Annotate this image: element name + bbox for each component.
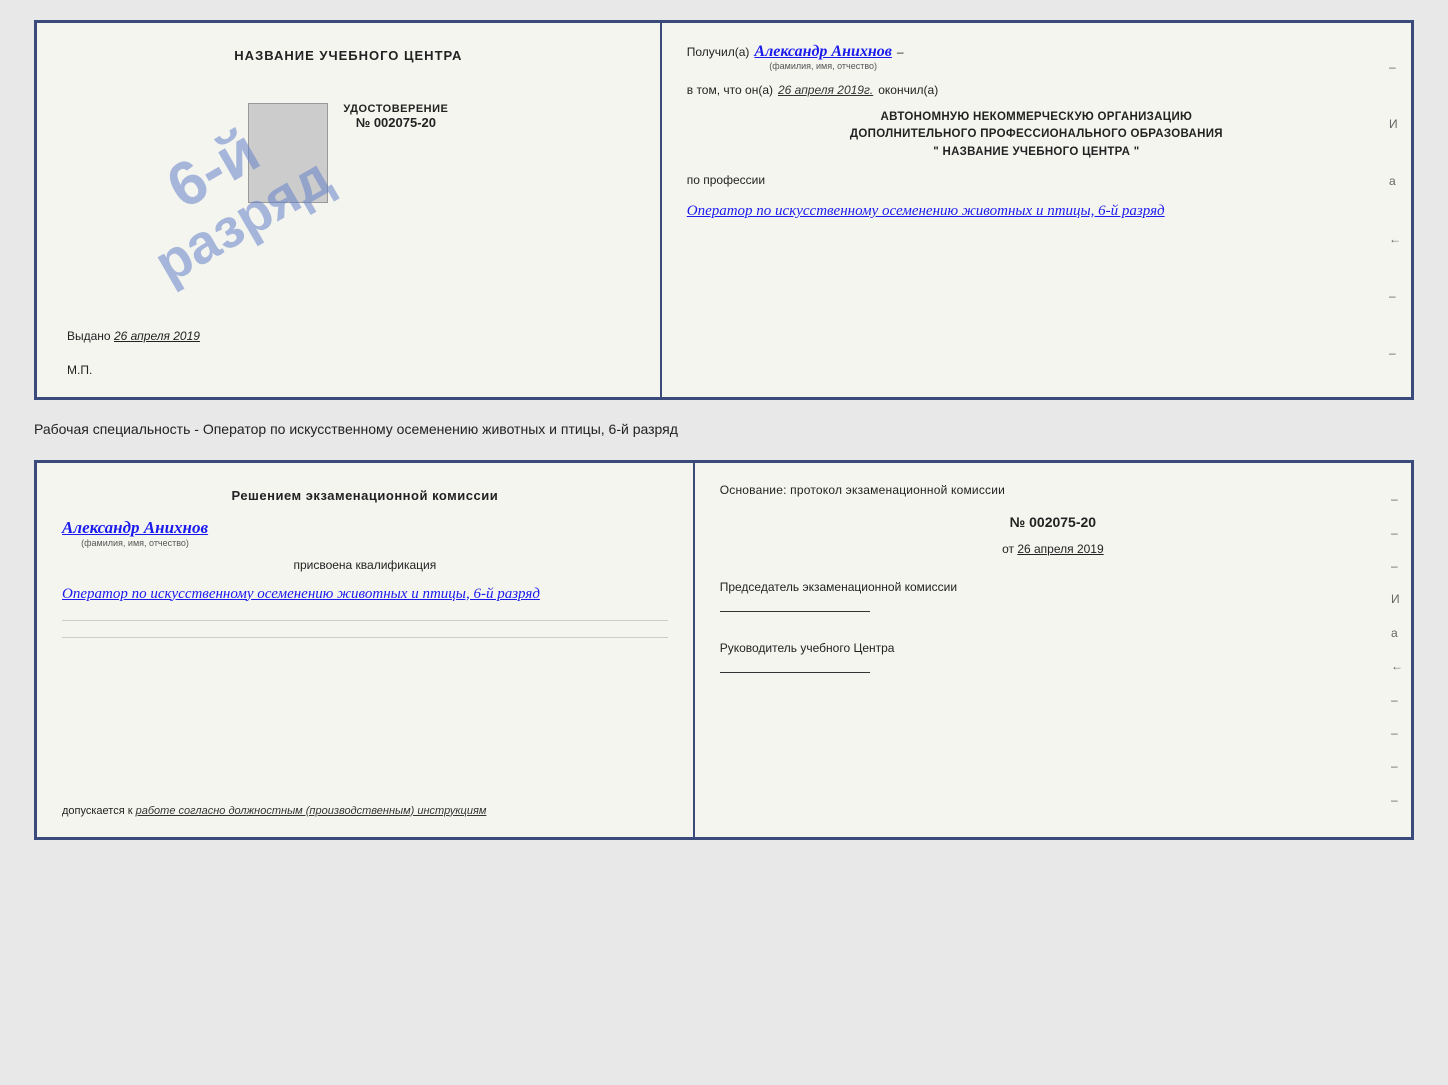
photo-placeholder	[248, 103, 328, 203]
bdash-r6: ←	[1391, 659, 1403, 673]
name-container-bottom: Александр Анихнов (фамилия, имя, отчеств…	[62, 518, 208, 548]
bdash-r7: –	[1391, 693, 1403, 707]
poluchil-name: Александр Анихнов	[754, 43, 891, 61]
vydano-block: Выдано 26 апреля 2019	[57, 329, 200, 343]
rukovoditel-block: Руководитель учебного Центра	[720, 639, 1386, 678]
dash-r3: а	[1389, 174, 1401, 188]
vydano-label: Выдано	[67, 329, 111, 343]
fio-subtitle-top: (фамилия, имя, отчество)	[769, 61, 877, 71]
org-block: АВТОНОМНУЮ НЕКОММЕРЧЕСКУЮ ОРГАНИЗАЦИЮ ДО…	[687, 109, 1386, 161]
prisvoena-label: присвоена квалификация	[62, 558, 668, 572]
bottom-left-panel: Решением экзаменационной комиссии Алекса…	[37, 463, 695, 837]
name-large-bottom: Александр Анихнов	[62, 518, 208, 538]
caption-text: Рабочая специальность - Оператор по иску…	[34, 415, 1414, 445]
udostoverenie-block: УДОСТОВЕРЕНИЕ № 002075-20	[343, 103, 448, 130]
mp-label: М.П.	[57, 363, 92, 377]
professiya-text-top: Оператор по искусственному осеменению жи…	[687, 199, 1386, 223]
org-line2: ДОПОЛНИТЕЛЬНОГО ПРОФЕССИОНАЛЬНОГО ОБРАЗО…	[687, 126, 1386, 143]
dash-r5: –	[1389, 289, 1401, 303]
side-dashes-right-bottom: – – – И а ← – – – –	[1391, 463, 1403, 837]
dopuskaetsya-label: допускается к	[62, 805, 133, 817]
professiya-value-top: Оператор по искусственному осеменению жи…	[687, 203, 1165, 219]
top-certificate-spread: НАЗВАНИЕ УЧЕБНОГО ЦЕНТРА 6-й разряд УДОС…	[34, 20, 1414, 400]
dash-r6: –	[1389, 346, 1401, 360]
ot-date: 26 апреля 2019	[1017, 542, 1103, 556]
dopuskaetsya-block: допускается к работе согласно должностны…	[62, 805, 668, 817]
osnovanie-line: Основание: протокол экзаменационной коми…	[720, 483, 1386, 497]
cert-left-panel: НАЗВАНИЕ УЧЕБНОГО ЦЕНТРА 6-й разряд УДОС…	[37, 23, 662, 397]
poluchil-line: Получил(а) Александр Анихнов (фамилия, и…	[687, 43, 1386, 71]
okончил-label: окончил(а)	[878, 83, 938, 97]
bdash-r3: –	[1391, 559, 1403, 573]
bdash-r5: а	[1391, 626, 1403, 640]
right-side-dashes: – И а ← – –	[1389, 23, 1401, 397]
dash-r1: –	[1389, 60, 1401, 74]
dash-r2: И	[1389, 117, 1401, 131]
bottom-right-panel: Основание: протокол экзаменационной коми…	[695, 463, 1411, 837]
poluchil-label: Получил(а)	[687, 45, 750, 59]
name-block-bottom: Александр Анихнов (фамилия, имя, отчеств…	[62, 518, 668, 548]
bdash-r8: –	[1391, 726, 1403, 740]
udostoverenie-number: № 002075-20	[343, 115, 448, 130]
v-tom-line: в том, что он(а) 26 апреля 2019г. окончи…	[687, 83, 1386, 97]
rukovoditel-signature-line	[720, 672, 870, 673]
ot-label: от	[1002, 542, 1014, 556]
dopuskaetsya-value: работе согласно должностным (производств…	[136, 805, 487, 817]
bdash-r4: И	[1391, 592, 1403, 606]
bdash-r2: –	[1391, 526, 1403, 540]
chairman-signature-line	[720, 611, 870, 612]
ot-line: от 26 апреля 2019	[720, 542, 1386, 556]
udostoverenie-title: УДОСТОВЕРЕНИЕ	[343, 103, 448, 115]
dash-after-name: –	[897, 45, 904, 59]
bdash-r1: –	[1391, 492, 1403, 506]
cert-right-panel: Получил(а) Александр Анихнов (фамилия, и…	[662, 23, 1411, 397]
dash-r4: ←	[1389, 232, 1401, 246]
v-tom-label: в том, что он(а)	[687, 83, 773, 97]
org-line3: " НАЗВАНИЕ УЧЕБНОГО ЦЕНТРА "	[687, 144, 1386, 161]
vydano-date: 26 апреля 2019	[114, 329, 200, 343]
chairman-title: Председатель экзаменационной комиссии	[720, 578, 1386, 596]
kvalif-value: Оператор по искусственному осеменению жи…	[62, 586, 540, 602]
rukovoditel-title: Руководитель учебного Центра	[720, 639, 1386, 657]
org-line1: АВТОНОМНУЮ НЕКОММЕРЧЕСКУЮ ОРГАНИЗАЦИЮ	[687, 109, 1386, 126]
bottom-certificate-spread: Решением экзаменационной комиссии Алекса…	[34, 460, 1414, 840]
bdash-r10: –	[1391, 793, 1403, 807]
poluchil-name-container: Александр Анихнов (фамилия, имя, отчеств…	[754, 43, 891, 71]
bdash-r9: –	[1391, 759, 1403, 773]
separator-line-bottom2	[62, 637, 668, 638]
chairman-block: Председатель экзаменационной комиссии	[720, 578, 1386, 617]
po-professii-label: по профессии	[687, 173, 1386, 187]
fio-small-bottom: (фамилия, имя, отчество)	[62, 538, 208, 548]
kvalif-text: Оператор по искусственному осеменению жи…	[62, 582, 668, 608]
v-tom-date: 26 апреля 2019г.	[778, 83, 873, 97]
separator-line-bottom	[62, 620, 668, 621]
protocol-number: № 002075-20	[720, 514, 1386, 530]
document-container: НАЗВАНИЕ УЧЕБНОГО ЦЕНТРА 6-й разряд УДОС…	[34, 20, 1414, 840]
cert-left-title: НАЗВАНИЕ УЧЕБНОГО ЦЕНТРА	[234, 48, 462, 63]
resheniem-title: Решением экзаменационной комиссии	[62, 488, 668, 503]
